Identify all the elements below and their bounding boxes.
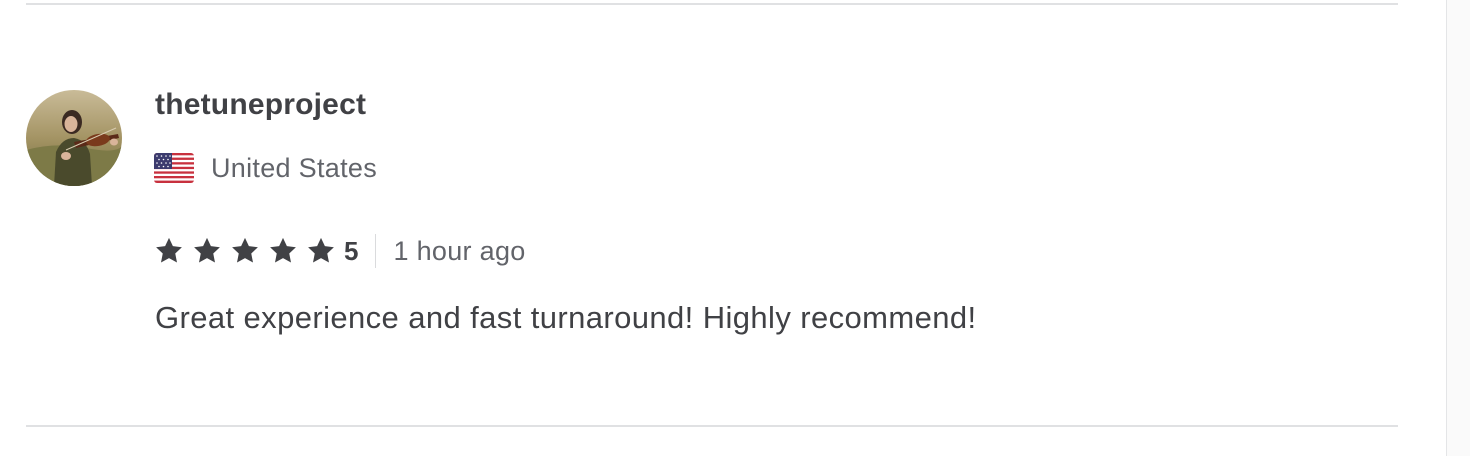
avatar-image [26, 90, 122, 186]
review-time: 1 hour ago [393, 235, 526, 266]
rating-row: 5 1 hour ago [154, 232, 526, 270]
bottom-divider [26, 425, 1398, 427]
star-icon [308, 237, 334, 263]
top-divider [26, 3, 1398, 5]
reviewer-username[interactable]: thetuneproject [155, 88, 366, 122]
star-icon [270, 237, 296, 263]
star-icon [156, 237, 182, 263]
review-page: thetuneproject United States 5 1 hour ag… [0, 0, 1470, 456]
star-icon [194, 237, 220, 263]
reviewer-country: United States [154, 152, 377, 184]
scrollbar[interactable] [1446, 0, 1470, 456]
avatar[interactable] [26, 90, 122, 186]
rating-value: 5 [344, 235, 359, 266]
country-name: United States [211, 152, 377, 183]
star-rating [154, 236, 344, 266]
rating-separator [375, 234, 377, 268]
star-icon [232, 237, 258, 263]
us-flag-icon [154, 153, 194, 183]
review-text: Great experience and fast turnaround! Hi… [155, 300, 977, 335]
